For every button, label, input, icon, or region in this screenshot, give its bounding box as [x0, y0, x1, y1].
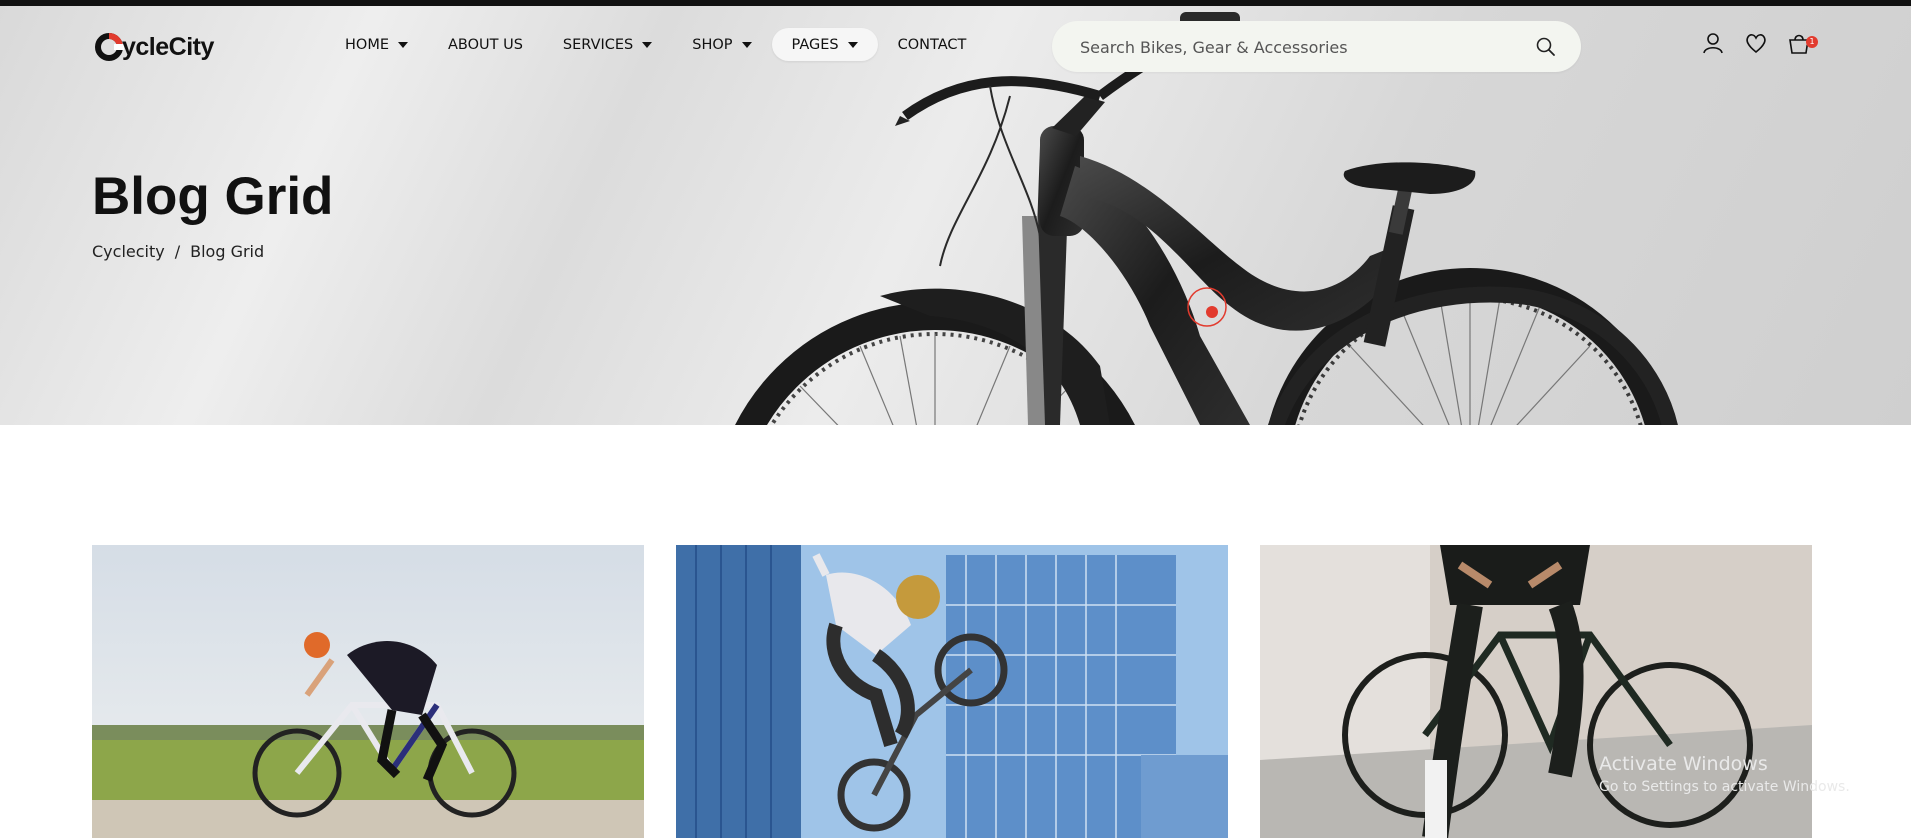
nav-services[interactable]: SERVICES [543, 28, 672, 61]
nav-shop[interactable]: SHOP [672, 28, 771, 61]
nav-pages[interactable]: PAGES [771, 28, 878, 61]
caret-down-icon [741, 41, 752, 48]
nav-services-label: SERVICES [562, 36, 634, 53]
caret-down-icon [847, 41, 858, 48]
user-icon[interactable] [1700, 30, 1726, 56]
nav-pages-label: PAGES [791, 36, 839, 53]
nav-about-label: ABOUT US [448, 36, 523, 53]
header-actions: 1 [1700, 30, 1829, 56]
bmx-rider-photo [676, 545, 1228, 838]
search-icon[interactable] [1535, 36, 1557, 58]
nav-about-us[interactable]: ABOUT US [428, 28, 543, 61]
nav-home[interactable]: HOME [325, 28, 428, 61]
blog-card-image[interactable] [92, 545, 644, 838]
caret-down-icon [642, 41, 653, 48]
watermark-title: Activate Windows [1599, 753, 1768, 775]
breadcrumb-current: Blog Grid [190, 242, 265, 261]
heart-icon[interactable] [1743, 30, 1769, 56]
nav-contact-label: CONTACT [897, 36, 967, 53]
cart-button[interactable]: 1 [1786, 30, 1818, 56]
nav-contact[interactable]: CONTACT [878, 28, 987, 61]
watermark-subtitle: Go to Settings to activate Windows. [1599, 779, 1850, 795]
cart-count-badge: 1 [1806, 36, 1818, 48]
breadcrumb: Cyclecity / Blog Grid [92, 242, 264, 261]
site-logo[interactable]: ycleCity [94, 30, 214, 64]
breadcrumb-separator: / [174, 242, 181, 261]
breadcrumb-home-link[interactable]: Cyclecity [92, 242, 165, 261]
search-input[interactable] [1078, 21, 1512, 74]
nav-shop-label: SHOP [692, 36, 733, 53]
logo-c-mark-icon [95, 33, 124, 61]
nav-home-label: HOME [345, 36, 389, 53]
road-cyclist-photo [92, 545, 644, 838]
windows-activation-watermark: Activate Windows Go to Settings to activ… [1599, 753, 1850, 795]
main-nav: HOME ABOUT US SERVICES SHOP PAGES CONTAC… [325, 28, 986, 61]
caret-down-icon [398, 41, 408, 48]
logo-text: ycleCity [122, 32, 214, 61]
search-bar [1052, 21, 1581, 74]
page-title: Blog Grid [92, 167, 334, 226]
blog-card-image[interactable] [676, 545, 1228, 838]
